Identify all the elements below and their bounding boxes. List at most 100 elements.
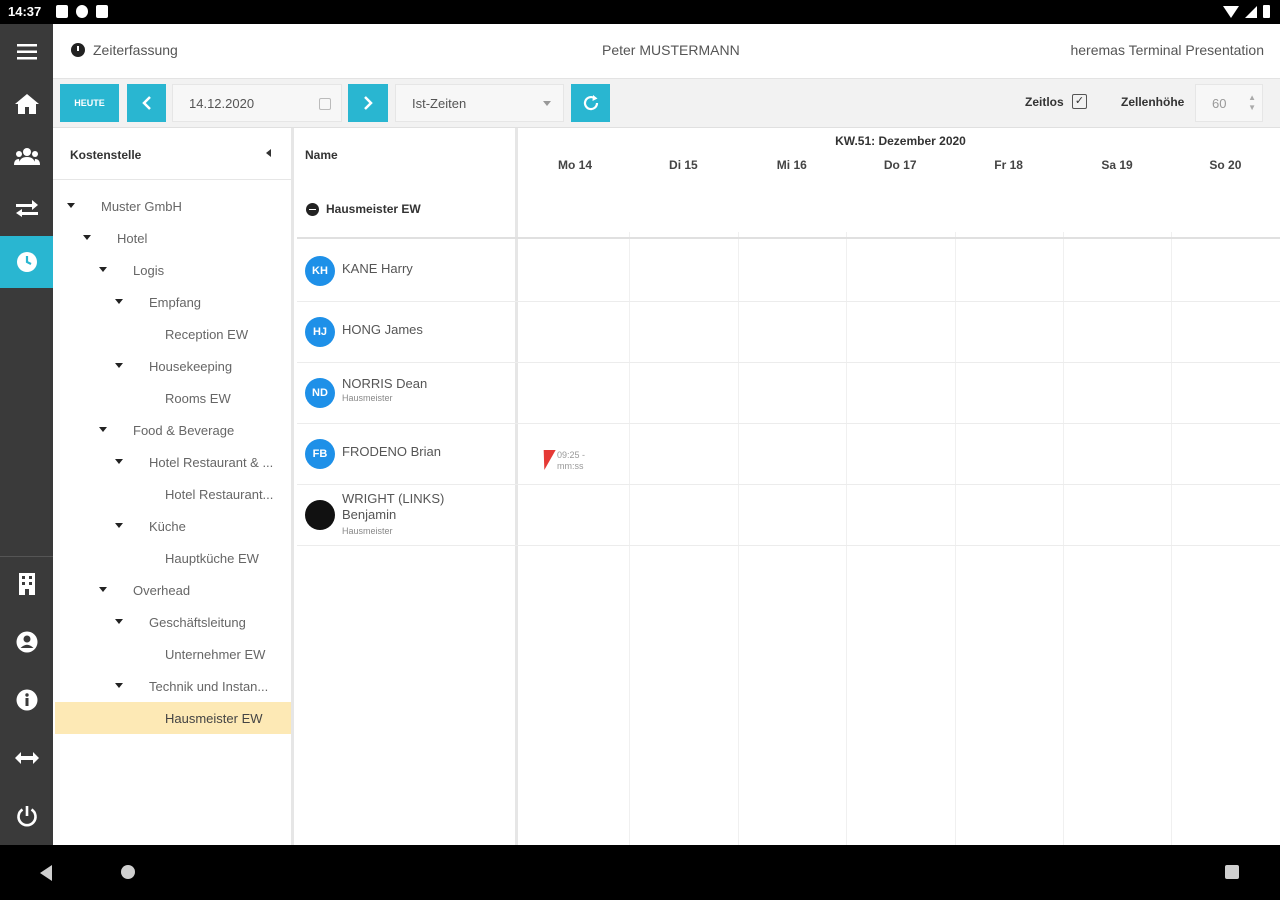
- tree-node-label: Empfang: [149, 294, 202, 310]
- recents-icon[interactable]: [1225, 865, 1239, 879]
- expand-caret-icon[interactable]: [99, 427, 107, 432]
- account-icon[interactable]: [0, 616, 53, 668]
- stepper-icon[interactable]: ▲ ▼: [1248, 93, 1256, 113]
- refresh-icon: [583, 95, 598, 111]
- back-icon[interactable]: [40, 865, 52, 881]
- next-week-button[interactable]: [348, 84, 388, 122]
- chevron-right-icon: [364, 96, 373, 110]
- power-icon[interactable]: [0, 790, 53, 842]
- avatar: [305, 500, 335, 530]
- tree-node-label: Küche: [149, 518, 186, 534]
- info-icon[interactable]: [0, 674, 53, 726]
- system-icons: [1223, 5, 1270, 18]
- expand-caret-icon[interactable]: [115, 363, 123, 368]
- tree-node[interactable]: Hotel Restaurant & ...: [53, 446, 291, 478]
- expand-caret-icon[interactable]: [115, 683, 123, 688]
- row-height-value: 60: [1212, 95, 1227, 111]
- row-height-input[interactable]: 60 ▲ ▼: [1195, 84, 1263, 122]
- chevron-left-icon: [141, 96, 151, 110]
- avatar: FB: [305, 439, 335, 469]
- tree-node-label: Logis: [133, 262, 165, 278]
- expand-caret-icon[interactable]: [115, 459, 123, 464]
- prev-week-button[interactable]: [127, 84, 166, 122]
- user-name: Peter MUSTERMANN: [602, 42, 740, 58]
- menu-icon[interactable]: [0, 26, 53, 78]
- day-separator: [1063, 232, 1064, 845]
- date-field[interactable]: 14.12.2020: [172, 84, 342, 122]
- tree-node[interactable]: Reception EW: [53, 318, 291, 350]
- sidebar: [0, 24, 53, 845]
- mode-value: Ist-Zeiten: [412, 95, 467, 111]
- notification-icon: [76, 5, 88, 18]
- employee-row[interactable]: WRIGHT (LINKS) Benjamin Hausmeister: [297, 485, 518, 546]
- status-time: 14:37: [8, 4, 42, 19]
- resize-icon[interactable]: [0, 732, 53, 784]
- tree-node[interactable]: Logis: [53, 254, 291, 286]
- tree-node[interactable]: Rooms EW: [53, 382, 291, 414]
- day-separator: [629, 232, 631, 845]
- tree-node[interactable]: Overhead: [53, 574, 291, 606]
- mode-select[interactable]: Ist-Zeiten: [395, 84, 564, 122]
- avatar: HJ: [305, 317, 335, 347]
- expand-caret-icon[interactable]: [83, 235, 91, 240]
- swap-icon[interactable]: [0, 182, 53, 234]
- lightning-icon: [538, 450, 556, 470]
- tree-node[interactable]: Unternehmer EW: [53, 638, 291, 670]
- tree-node[interactable]: Empfang: [53, 286, 291, 318]
- tree-node-label: Reception EW: [165, 326, 249, 342]
- day-separator: [954, 232, 956, 845]
- day-header: Mo 14: [557, 158, 592, 172]
- tree-node[interactable]: Hausmeister EW: [55, 702, 291, 734]
- tree-header: Kostenstelle: [53, 128, 291, 180]
- today-button[interactable]: HEUTE: [60, 84, 119, 122]
- clock-icon[interactable]: [0, 236, 53, 288]
- tree-node-label: Unternehmer EW: [165, 646, 266, 662]
- expand-caret-icon[interactable]: [67, 203, 75, 208]
- day-separator: [737, 232, 739, 845]
- refresh-button[interactable]: [571, 84, 610, 122]
- name-column-header: Name: [305, 148, 338, 162]
- module-label: Zeiterfassung: [93, 42, 178, 58]
- entry-time: 09:25 - mm:ss: [557, 450, 585, 472]
- notification-icon: [96, 5, 108, 18]
- wifi-icon: [1223, 5, 1239, 18]
- collapse-panel-icon[interactable]: [266, 149, 271, 157]
- tree-node[interactable]: Küche: [53, 510, 291, 542]
- tree-node[interactable]: Housekeeping: [53, 350, 291, 382]
- day-header: So 20: [1209, 158, 1242, 172]
- collapse-group-icon[interactable]: [306, 202, 319, 216]
- week-title: KW.51: Dezember 2020: [835, 134, 966, 148]
- employee-name: WRIGHT (LINKS) Benjamin: [342, 491, 445, 522]
- home-circle-icon[interactable]: [121, 865, 135, 879]
- building-icon[interactable]: [0, 558, 53, 610]
- tree-node[interactable]: Hotel Restaurant...: [53, 478, 291, 510]
- expand-caret-icon[interactable]: [115, 619, 123, 624]
- time-grid: Name KW.51: Dezember 2020 Mo 14 Di 15 Mi 1…: [297, 128, 1280, 845]
- timeless-checkbox[interactable]: ✓: [1072, 94, 1087, 109]
- employee-role: Hausmeister: [342, 393, 393, 403]
- group-label: Hausmeister EW: [306, 202, 421, 216]
- employee-row[interactable]: ND NORRIS Dean Hausmeister: [297, 363, 518, 424]
- tree-node[interactable]: Hotel: [53, 222, 291, 254]
- users-icon[interactable]: [0, 130, 53, 182]
- tree-node[interactable]: Muster GmbH: [53, 190, 291, 222]
- tree-node-label: Geschäftsleitung: [149, 614, 246, 630]
- timeless-label: Zeitlos: [1025, 95, 1064, 109]
- employee-row[interactable]: HJ HONG James: [297, 302, 518, 363]
- day-separator: [1171, 232, 1173, 845]
- home-icon[interactable]: [0, 78, 53, 130]
- employee-row[interactable]: KH KANE Harry: [297, 241, 518, 302]
- expand-caret-icon[interactable]: [115, 299, 123, 304]
- employee-row[interactable]: FB FRODENO Brian: [297, 424, 518, 485]
- expand-caret-icon[interactable]: [99, 267, 107, 272]
- time-entry[interactable]: 09:25 - mm:ss: [538, 450, 585, 472]
- tree-node-label: Hotel Restaurant...: [165, 486, 274, 502]
- tree-node[interactable]: Technik und Instan...: [53, 670, 291, 702]
- expand-caret-icon[interactable]: [99, 587, 107, 592]
- tree-node[interactable]: Food & Beverage: [53, 414, 291, 446]
- tree-node[interactable]: Geschäftsleitung: [53, 606, 291, 638]
- day-header: Fr 18: [994, 158, 1023, 172]
- group-row[interactable]: Hausmeister EW: [297, 180, 1280, 239]
- tree-node[interactable]: Hauptküche EW: [53, 542, 291, 574]
- expand-caret-icon[interactable]: [115, 523, 123, 528]
